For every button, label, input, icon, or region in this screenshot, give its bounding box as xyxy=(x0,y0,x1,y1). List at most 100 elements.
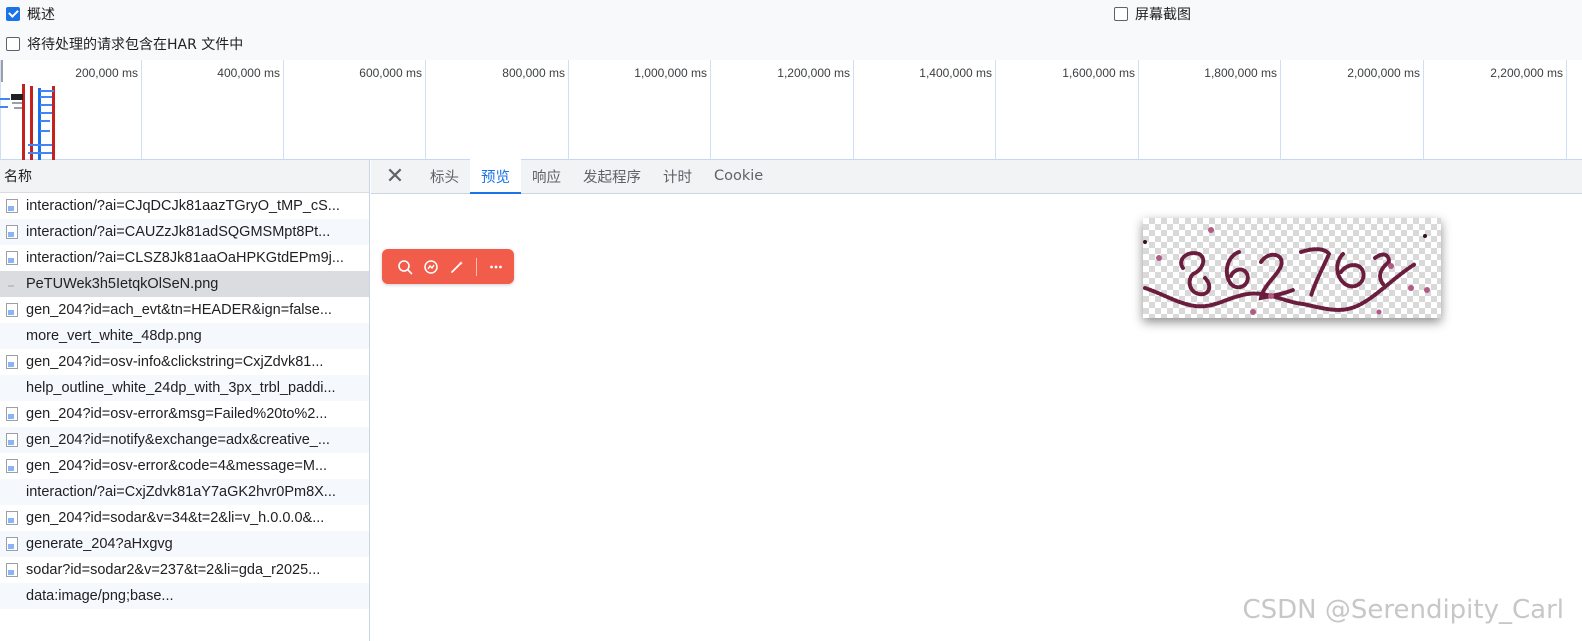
request-row[interactable]: gen_204?id=notify&exchange=adx&creative_… xyxy=(0,427,369,453)
request-row[interactable]: gen_204?id=osv-info&clickstring=CxjZdvk8… xyxy=(0,349,369,375)
tick-label: 1,400,000 ms xyxy=(919,66,992,80)
request-name: gen_204?id=notify&exchange=adx&creative_… xyxy=(26,432,330,448)
search-icon[interactable] xyxy=(392,254,418,280)
activity-bar xyxy=(28,144,52,146)
overview-checkbox[interactable] xyxy=(6,7,20,21)
document-file-icon xyxy=(6,563,18,577)
timeline-tick: 2,000,000 ms xyxy=(1280,60,1423,160)
image-file-icon xyxy=(6,277,18,291)
request-name: gen_204?id=ach_evt&tn=HEADER&ign=false..… xyxy=(26,302,332,318)
tick-label: 600,000 ms xyxy=(359,66,422,80)
detail-tabbar: ✕ 标头 预览 响应 发起程序 计时 Cookie xyxy=(371,159,1582,194)
document-file-icon xyxy=(6,511,18,525)
request-row[interactable]: interaction/?ai=CAUZzJk81adSQGMSMpt8Pt..… xyxy=(0,219,369,245)
options-bar: 概述 将待处理的请求包含在HAR 文件中 屏幕截图 xyxy=(0,0,1582,60)
captcha-image xyxy=(1143,227,1430,315)
request-row[interactable]: data:image/png;base... xyxy=(0,583,369,609)
detail-panel: ✕ 标头 预览 响应 发起程序 计时 Cookie xyxy=(371,159,1582,641)
tick-label: 1,800,000 ms xyxy=(1204,66,1277,80)
activity-bar xyxy=(11,94,23,100)
timeline-tick: 1,800,000 ms xyxy=(1138,60,1280,160)
screenshots-option[interactable]: 屏幕截图 xyxy=(1114,4,1191,24)
detail-tabs: 标头 预览 响应 发起程序 计时 Cookie xyxy=(419,159,774,194)
tick-label: 1,600,000 ms xyxy=(1062,66,1135,80)
document-file-icon xyxy=(6,199,18,213)
captcha-preview-image xyxy=(1143,218,1441,318)
tick-label: 400,000 ms xyxy=(217,66,280,80)
activity-bar xyxy=(40,130,50,132)
request-row[interactable]: PeTUWek3h5IetqkOlSeN.png xyxy=(0,271,369,297)
activity-bar xyxy=(40,120,50,122)
tick-label: 2,000,000 ms xyxy=(1347,66,1420,80)
timeline-tick: 600,000 ms xyxy=(283,60,425,160)
activity-bar xyxy=(28,152,52,154)
tab-5[interactable]: Cookie xyxy=(703,159,774,193)
watermark: CSDN @Serendipity_Carl xyxy=(1242,595,1564,625)
request-name: gen_204?id=osv-error&code=4&message=M... xyxy=(26,458,328,474)
request-name: generate_204?aHxgvg xyxy=(26,536,173,552)
activity-bar xyxy=(52,86,55,160)
overview-timeline[interactable]: 200,000 ms 400,000 ms 600,000 ms 800,000… xyxy=(0,60,1582,160)
timeline-tick: 1,600,000 ms xyxy=(995,60,1138,160)
request-name: interaction/?ai=CJqDCJk81aazTGryO_tMP_cS… xyxy=(26,198,340,214)
tick-label: 1,000,000 ms xyxy=(634,66,707,80)
request-name: interaction/?ai=CLSZ8Jk81aaOaHPKGtdEPm9j… xyxy=(26,250,344,266)
floating-toolbar xyxy=(382,249,514,284)
document-file-icon xyxy=(6,251,18,265)
tick-label: 200,000 ms xyxy=(75,66,138,80)
timeline-tick xyxy=(1566,60,1582,160)
image-search-icon[interactable] xyxy=(418,254,444,280)
request-row[interactable]: more_vert_white_48dp.png xyxy=(0,323,369,349)
request-row[interactable]: interaction/?ai=CLSZ8Jk81aaOaHPKGtdEPm9j… xyxy=(0,245,369,271)
timeline-tick: 2,200,000 ms xyxy=(1423,60,1566,160)
document-file-icon xyxy=(6,459,18,473)
request-row[interactable]: help_outline_white_24dp_with_3px_trbl_pa… xyxy=(0,375,369,401)
activity-bar xyxy=(40,96,52,98)
activity-bar xyxy=(38,88,41,160)
activity-bar xyxy=(40,104,52,106)
document-file-icon xyxy=(6,303,18,317)
request-name: PeTUWek3h5IetqkOlSeN.png xyxy=(26,276,219,292)
tick-label: 2,200,000 ms xyxy=(1490,66,1563,80)
screenshots-label: 屏幕截图 xyxy=(1135,7,1191,23)
timeline-tick: 1,400,000 ms xyxy=(853,60,995,160)
request-row[interactable]: interaction/?ai=CxjZdvk81aY7aGK2hvr0Pm8X… xyxy=(0,479,369,505)
request-name: gen_204?id=sodar&v=34&t=2&li=v_h.0.0.0&.… xyxy=(26,510,325,526)
overview-option[interactable]: 概述 xyxy=(6,4,55,24)
tab-3[interactable]: 发起程序 xyxy=(572,159,652,193)
more-icon[interactable] xyxy=(483,254,509,280)
activity-bar xyxy=(30,86,33,160)
tab-1[interactable]: 预览 xyxy=(470,159,521,194)
tab-2[interactable]: 响应 xyxy=(521,159,572,193)
timeline-tick: 800,000 ms xyxy=(425,60,568,160)
request-row[interactable]: gen_204?id=ach_evt&tn=HEADER&ign=false..… xyxy=(0,297,369,323)
activity-bar xyxy=(12,102,22,104)
request-row[interactable]: interaction/?ai=CJqDCJk81aazTGryO_tMP_cS… xyxy=(0,193,369,219)
document-file-icon xyxy=(6,433,18,447)
request-name: data:image/png;base... xyxy=(26,588,174,604)
request-name: help_outline_white_24dp_with_3px_trbl_pa… xyxy=(26,380,336,396)
request-list-panel: 名称 interaction/?ai=CJqDCJk81aazTGryO_tMP… xyxy=(0,160,370,641)
request-row[interactable]: sodar?id=sodar2&v=237&t=2&li=gda_r2025..… xyxy=(0,557,369,583)
tab-0[interactable]: 标头 xyxy=(419,159,470,193)
request-row[interactable]: gen_204?id=osv-error&code=4&message=M... xyxy=(0,453,369,479)
include-har-checkbox[interactable] xyxy=(6,37,20,51)
request-row[interactable]: gen_204?id=osv-error&msg=Failed%20to%2..… xyxy=(0,401,369,427)
document-file-icon xyxy=(6,537,18,551)
request-name: more_vert_white_48dp.png xyxy=(26,328,202,344)
request-row[interactable]: generate_204?aHxgvg xyxy=(0,531,369,557)
activity-bar xyxy=(0,98,10,100)
screenshots-checkbox[interactable] xyxy=(1114,7,1128,21)
toolbar-divider xyxy=(476,257,477,276)
tab-4[interactable]: 计时 xyxy=(652,159,703,193)
overview-label: 概述 xyxy=(27,7,55,23)
request-name: sodar?id=sodar2&v=237&t=2&li=gda_r2025..… xyxy=(26,562,321,578)
include-har-option[interactable]: 将待处理的请求包含在HAR 文件中 xyxy=(6,34,243,54)
request-name: gen_204?id=osv-info&clickstring=CxjZdvk8… xyxy=(26,354,324,370)
request-list: interaction/?ai=CJqDCJk81aazTGryO_tMP_cS… xyxy=(0,193,369,609)
name-column-header[interactable]: 名称 xyxy=(0,160,369,193)
activity-bar xyxy=(0,106,8,108)
magic-wand-icon[interactable] xyxy=(444,254,470,280)
request-row[interactable]: gen_204?id=sodar&v=34&t=2&li=v_h.0.0.0&.… xyxy=(0,505,369,531)
close-icon[interactable]: ✕ xyxy=(371,159,419,193)
